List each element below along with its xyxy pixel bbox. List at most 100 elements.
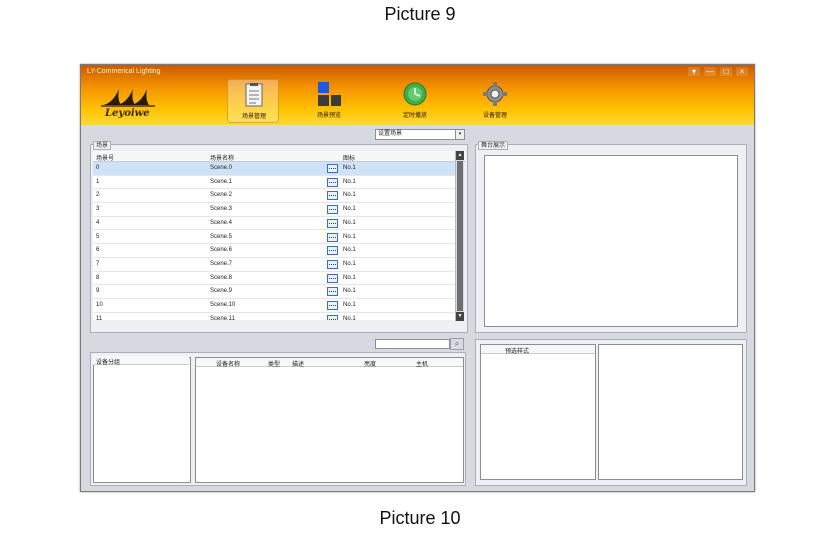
scene-scrollbar[interactable]: ▲ ▼ [455, 151, 464, 321]
scene-number: 4 [96, 219, 100, 226]
scene-icon [327, 232, 338, 242]
device-group-header: 设备分组 [93, 356, 189, 366]
toolbar-label: 场景预览 [316, 113, 341, 119]
scene-name: Scene.3 [210, 206, 233, 213]
device-panel: 设备名称 类型 描述 亮度 主机 [90, 352, 466, 486]
caption-top: Picture 9 [384, 4, 456, 24]
scroll-up-icon[interactable]: ▲ [456, 151, 464, 160]
app-window: LY-Commerical Lighting ▾ — □ × Leyoiwe 场… [80, 64, 755, 492]
col-scene-number[interactable]: 场景号 [96, 153, 114, 162]
caption-bottom: Picture 10 [379, 508, 461, 528]
scene-icon [327, 314, 338, 320]
scene-number: 5 [96, 233, 100, 240]
scene-icon [327, 191, 338, 201]
col-preset-style[interactable]: 预选样式 [505, 346, 529, 355]
preset-preview [598, 344, 743, 480]
chevron-down-icon[interactable]: ▾ [455, 130, 464, 139]
table-row[interactable]: 4 Scene.4 No.1 [93, 217, 455, 231]
toolbar-device-management[interactable]: 设备管理 [469, 79, 521, 123]
table-row[interactable]: 8 Scene.8 No.1 [93, 272, 455, 286]
scene-group-label: 场景 [93, 141, 112, 150]
table-row[interactable]: 7 Scene.7 No.1 [93, 258, 455, 272]
preset-header: 预选样式 [481, 345, 595, 355]
scene-icon [327, 218, 338, 228]
scene-name: Scene.1 [210, 178, 233, 185]
logo-text: Leyoiwe [105, 108, 150, 119]
device-table[interactable]: 设备名称 类型 描述 亮度 主机 [195, 357, 464, 483]
table-row[interactable]: 6 Scene.6 No.1 [93, 244, 455, 258]
col-scene-name[interactable]: 场景名称 [210, 153, 234, 162]
scene-name: Scene.7 [210, 260, 233, 267]
stage-panel [475, 144, 747, 333]
scene-number: 11 [96, 315, 103, 320]
table-row[interactable]: 10 Scene.10 No.1 [93, 299, 455, 313]
col-host[interactable]: 主机 [416, 359, 428, 368]
stage-display [484, 155, 738, 327]
scene-icon-label: No.1 [343, 302, 356, 308]
table-row[interactable]: 9 Scene.9 No.1 [93, 285, 455, 299]
col-brightness[interactable]: 亮度 [364, 359, 376, 368]
preset-panel: 预选样式 [475, 339, 747, 486]
scene-name: Scene.11 [210, 315, 235, 320]
scene-table-header: 场景号 场景名称 图标 [93, 151, 465, 162]
toolbar-timed-playback[interactable]: 定时播放 [389, 79, 441, 123]
gear-icon [483, 82, 507, 106]
scene-icon-label: No.1 [343, 260, 356, 267]
scene-icon [327, 177, 338, 187]
scene-name: Scene.0 [210, 165, 233, 171]
scene-icon [327, 273, 338, 283]
col-device-name[interactable]: 设备名称 [216, 359, 240, 368]
scene-number: 6 [96, 247, 100, 254]
toolbar-scene-preview[interactable]: 场景预览 [303, 79, 355, 123]
scene-icon [327, 205, 338, 215]
scene-number: 1 [96, 178, 100, 185]
scene-name: Scene.5 [210, 233, 233, 240]
scroll-thumb[interactable] [457, 161, 463, 311]
maximize-button[interactable]: □ [720, 67, 732, 76]
document-icon [245, 83, 263, 107]
scene-icon-label: No.1 [343, 247, 356, 254]
scene-icon-label: No.1 [343, 192, 356, 199]
scene-name: Scene.2 [210, 192, 233, 199]
device-search-input[interactable] [375, 339, 450, 349]
device-group-list[interactable] [93, 357, 191, 483]
table-row[interactable]: 1 Scene.1 No.1 [93, 176, 455, 190]
scene-mode-dropdown[interactable]: 设置场景 ▾ [375, 129, 465, 140]
table-row[interactable]: 2 Scene.2 No.1 [93, 189, 455, 204]
scene-icon-label: No.1 [343, 206, 356, 213]
search-icon[interactable]: ⌕ [450, 338, 464, 350]
scene-icon-label: No.1 [343, 219, 356, 226]
col-description[interactable]: 描述 [292, 359, 304, 368]
menu-icon[interactable]: ▾ [688, 67, 700, 76]
table-row[interactable]: 11 Scene.11 No.1 [93, 313, 455, 320]
preset-style-list[interactable]: 预选样式 [480, 344, 596, 480]
toolbar-label: 场景管理 [241, 114, 266, 120]
scene-icon [327, 287, 338, 297]
minimize-button[interactable]: — [704, 67, 716, 76]
scene-number: 7 [96, 260, 100, 267]
toolbar-label: 定时播放 [402, 113, 427, 119]
scene-icon-label: No.1 [343, 178, 356, 185]
table-row[interactable]: 5 Scene.5 No.1 [93, 231, 455, 245]
header-bar: LY-Commerical Lighting ▾ — □ × Leyoiwe 场… [81, 65, 754, 125]
scene-name: Scene.9 [210, 288, 233, 295]
window-controls: ▾ — □ × [688, 67, 748, 76]
toolbar-scene-management[interactable]: 场景管理 [227, 79, 279, 123]
scene-number: 3 [96, 206, 100, 213]
col-icon[interactable]: 图标 [343, 153, 355, 162]
scene-number: 0 [96, 165, 100, 171]
scene-name: Scene.10 [210, 302, 236, 308]
window-title: LY-Commerical Lighting [87, 68, 161, 75]
table-row[interactable]: 0 Scene.0 No.1 [93, 162, 455, 176]
scene-table-body: 0 Scene.0 No.1 1 Scene.1 No.1 2 Scene.2 No.1 3 Sce… [93, 162, 455, 320]
close-button[interactable]: × [736, 67, 748, 76]
col-type[interactable]: 类型 [268, 359, 280, 368]
scene-number: 10 [96, 302, 103, 308]
scene-icon [327, 164, 338, 173]
scene-icon-label: No.1 [343, 315, 356, 320]
table-row[interactable]: 3 Scene.3 No.1 [93, 203, 455, 217]
scroll-down-icon[interactable]: ▼ [456, 312, 464, 321]
scene-icon-label: No.1 [343, 274, 356, 281]
scene-number: 8 [96, 274, 100, 281]
scene-icon-label: No.1 [343, 233, 356, 240]
